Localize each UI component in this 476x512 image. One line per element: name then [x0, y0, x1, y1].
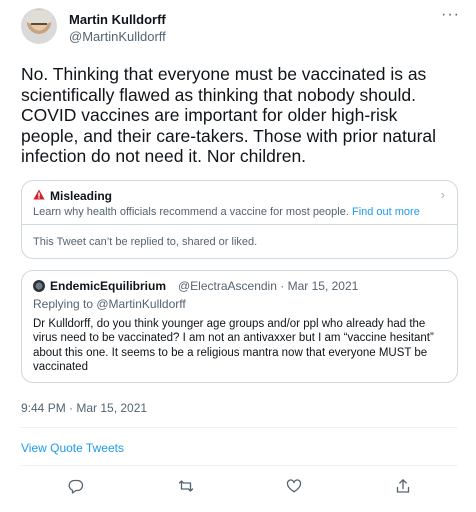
quoted-tweet[interactable]: EndemicEquilibrium @ElectraAscendin · Ma…	[21, 270, 458, 383]
reply-icon	[68, 479, 84, 494]
author-name[interactable]: Martin Kulldorff	[69, 12, 166, 27]
divider	[21, 427, 458, 428]
quoted-author-meta: @ElectraAscendin · Mar 15, 2021	[178, 279, 358, 293]
quoted-author-name: EndemicEquilibrium	[50, 279, 167, 293]
view-quote-tweets-link[interactable]: View Quote Tweets	[21, 441, 124, 455]
tweet-text-line: infection do not need it. Nor children.	[21, 146, 307, 167]
tweet-text: No. Thinking that everyone must be vacci…	[21, 64, 471, 167]
warning-icon	[33, 189, 45, 200]
notice-body: Learn why health officials recommend a v…	[33, 206, 420, 218]
quoted-text-line: virus need to be vaccinated? I am not an…	[33, 332, 434, 345]
quoted-text-line: about this one. It seems to be a religio…	[33, 346, 428, 359]
notice-body-text: Learn why health officials recommend a v…	[33, 206, 349, 218]
chevron-right-icon: ›	[440, 187, 445, 202]
share-button[interactable]	[393, 477, 413, 495]
like-button[interactable]	[284, 477, 304, 495]
author-avatar[interactable]	[21, 8, 57, 44]
tweet-text-line: people, and their care-takers. Those wit…	[21, 125, 437, 146]
divider	[21, 465, 458, 466]
retweet-button[interactable]	[176, 477, 196, 495]
like-icon	[286, 479, 302, 493]
misleading-notice: Misleading › Learn why health officials …	[21, 180, 458, 259]
notice-title: Misleading	[50, 189, 113, 203]
retweet-icon	[178, 480, 194, 492]
tweet-timestamp[interactable]: 9:44 PM · Mar 15, 2021	[21, 401, 147, 415]
notice-footer: This Tweet can’t be replied to, shared o…	[33, 236, 258, 248]
quoted-tweet-date: Mar 15, 2021	[287, 279, 359, 293]
misleading-notice-header[interactable]: Misleading › Learn why health officials …	[22, 181, 457, 225]
quoted-author-handle: @ElectraAscendin	[178, 279, 277, 293]
tweet: Martin Kulldorff @MartinKulldorff ··· No…	[0, 0, 476, 512]
quoted-reply-to: Replying to @MartinKulldorff	[33, 297, 186, 311]
tweet-text-line: COVID vaccines are important for older h…	[21, 105, 398, 126]
find-out-more-link[interactable]: Find out more	[352, 206, 420, 218]
quoted-text-line: vaccinated	[33, 360, 88, 373]
share-icon	[396, 479, 410, 493]
tweet-text-line: No. Thinking that everyone must be vacci…	[21, 64, 427, 84]
quoted-tweet-text: Dr Kulldorff, do you think younger age g…	[33, 317, 453, 374]
author-handle[interactable]: @MartinKulldorff	[69, 29, 166, 44]
separator-dot: ·	[280, 279, 288, 293]
quoted-author-avatar	[33, 280, 45, 292]
tweet-text-line: scientifically flawed as thinking that n…	[21, 84, 416, 105]
more-options-icon[interactable]: ···	[441, 6, 460, 24]
quoted-text-line: Dr Kulldorff, do you think younger age g…	[33, 318, 426, 330]
reply-button[interactable]	[66, 477, 86, 495]
